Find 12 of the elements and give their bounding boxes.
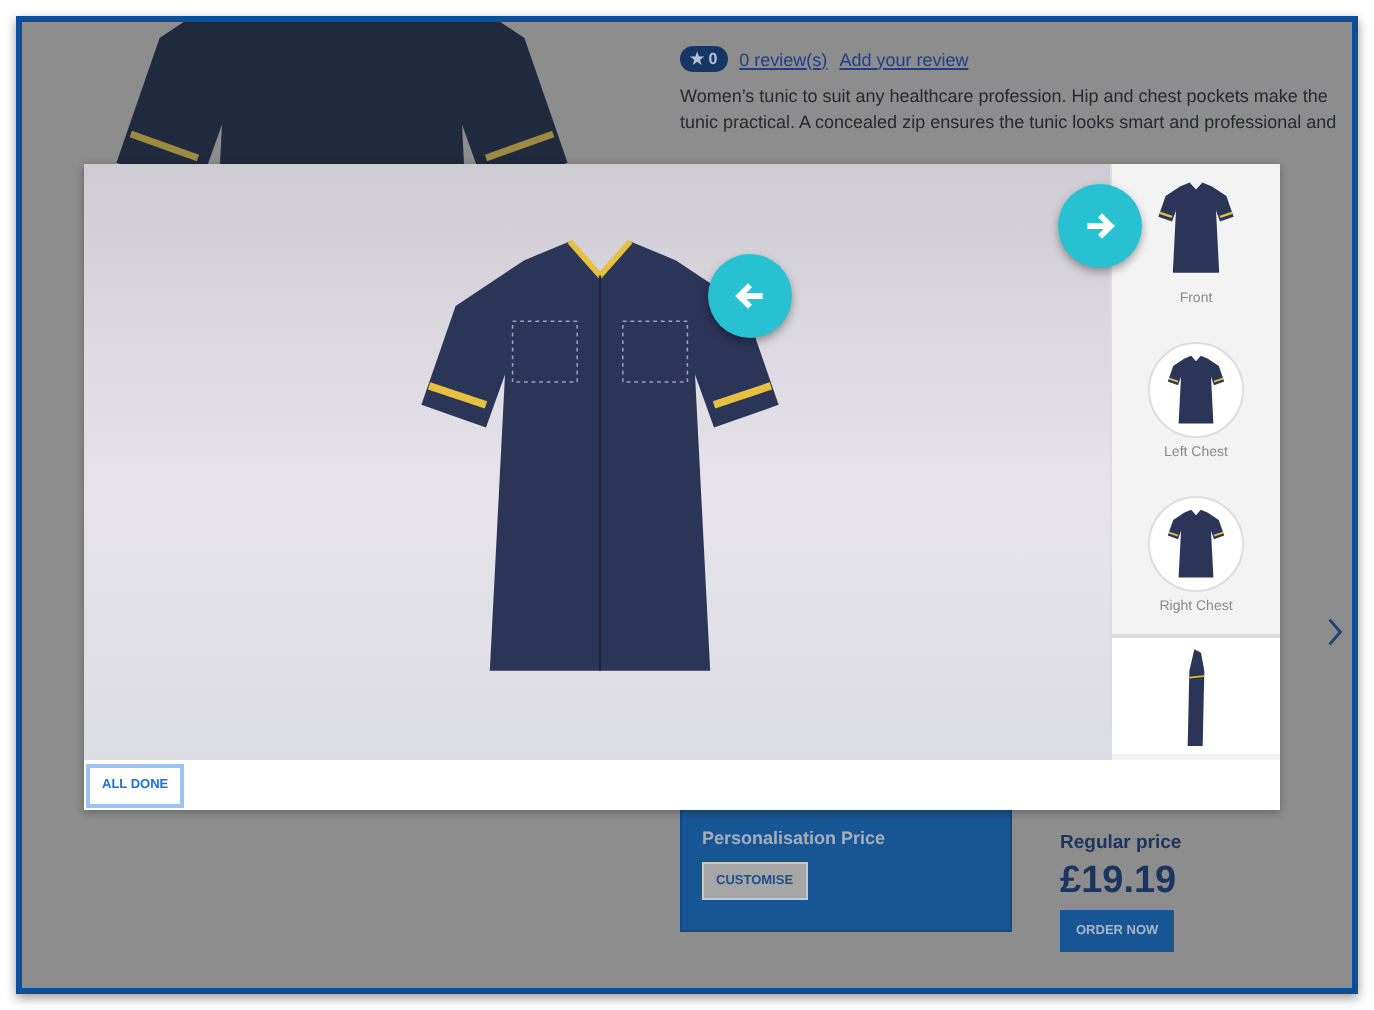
personalisation-title: Personalisation Price — [702, 828, 888, 848]
arrow-left-icon — [732, 278, 768, 314]
chevron-right-icon[interactable] — [1326, 616, 1344, 648]
reviews-link[interactable]: 0 review(s) — [739, 49, 828, 69]
thumbnail[interactable] — [1112, 634, 1280, 754]
arrow-right-icon — [1082, 208, 1118, 244]
regular-price-label: Regular price — [1060, 832, 1182, 854]
price: £19.19 — [1060, 860, 1179, 904]
product-description: Women’s tunic to suit any healthcare profession. Hip and chest pockets make the tunic practical. A concealed zip ensures the tunic looks smart and professional and — [680, 84, 1339, 136]
previous-button[interactable] — [708, 254, 792, 338]
rating-badge: ★ 0 — [680, 46, 728, 72]
add-review-link[interactable]: Add your review — [839, 49, 969, 69]
